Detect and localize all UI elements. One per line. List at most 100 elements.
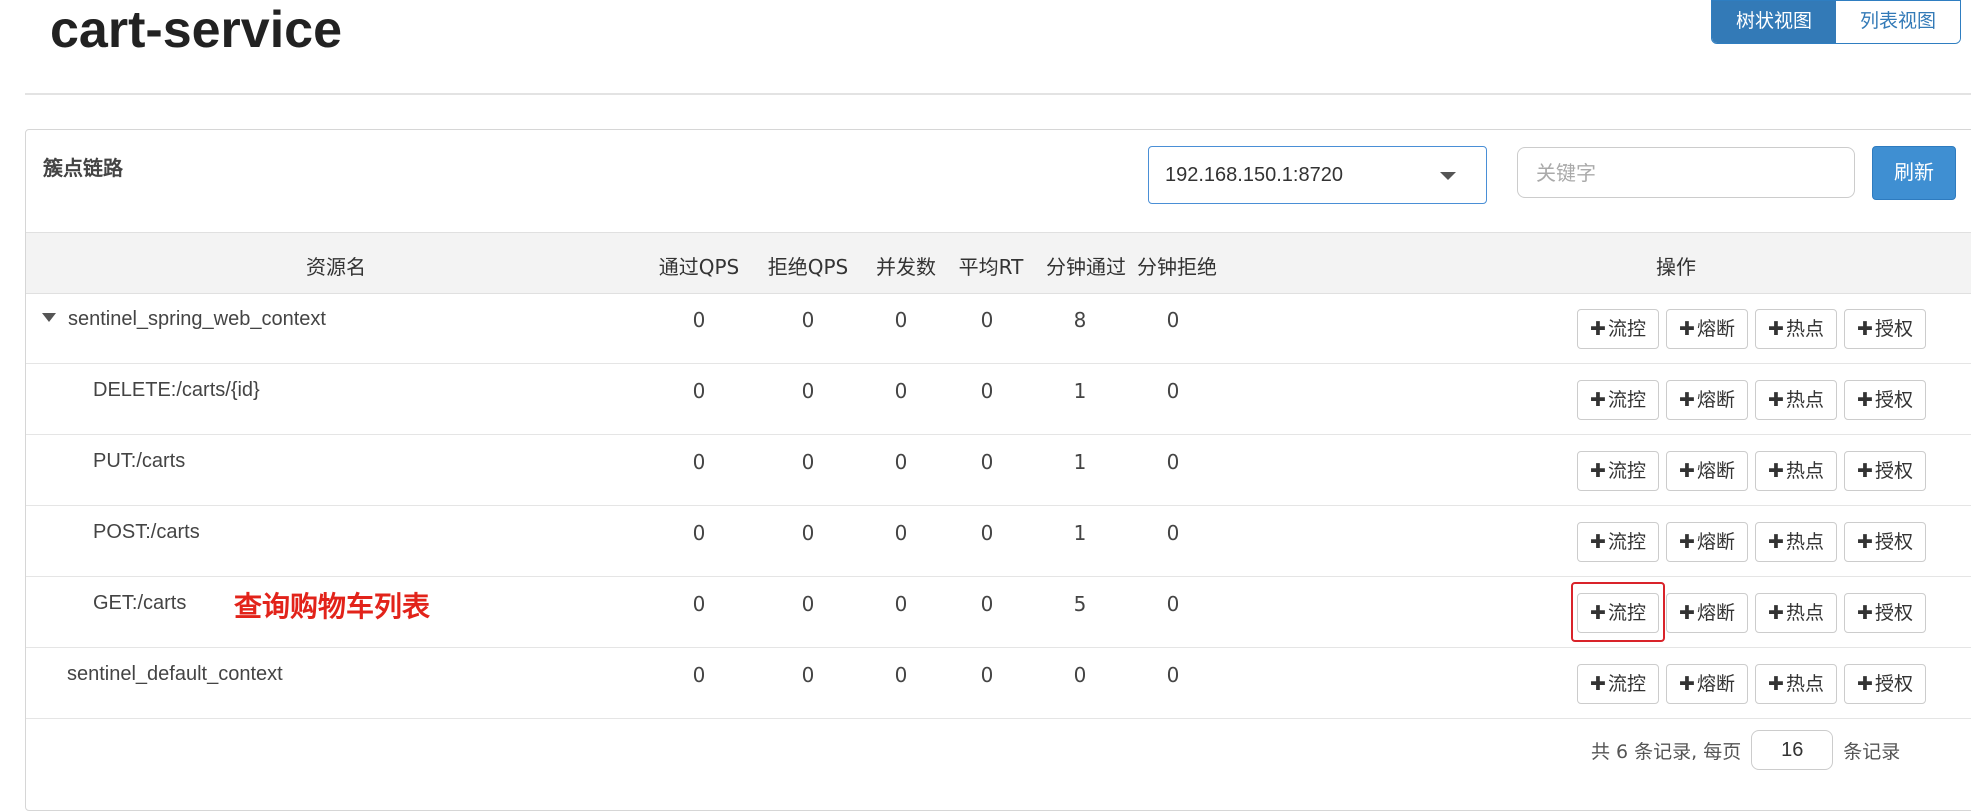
flow-control-button[interactable]: ✚ 流控 — [1577, 664, 1659, 704]
resource-name: PUT:/carts — [93, 450, 186, 472]
flow-control-button[interactable]: ✚ 流控 — [1577, 451, 1659, 491]
block-qps: 0 — [801, 450, 815, 474]
flow-control-button[interactable]: ✚ 流控 — [1577, 593, 1659, 633]
list-view-button[interactable]: 列表视图 — [1836, 1, 1960, 43]
block-qps: 0 — [801, 663, 815, 687]
pagination-suffix: 条记录 — [1843, 740, 1901, 763]
table-row: sentinel_default_context 0 0 0 0 0 0 ✚ 流控… — [26, 648, 1971, 719]
pass-qps: 0 — [692, 379, 706, 403]
concurrency: 0 — [894, 379, 908, 403]
avg-rt: 0 — [980, 379, 994, 403]
plus-icon: ✚ — [1768, 460, 1784, 482]
header-minute-pass: 分钟通过 — [1046, 255, 1126, 279]
block-qps: 0 — [801, 592, 815, 616]
row-actions: ✚ 流控 ✚ 熔断 ✚ 热点 ✚ 授权 — [1577, 664, 1926, 704]
page-size-input[interactable] — [1751, 730, 1834, 770]
table-header: 资源名 通过QPS 拒绝QPS 并发数 平均RT 分钟通过 分钟拒绝 操作 — [26, 232, 1971, 294]
hotspot-button[interactable]: ✚ 热点 — [1755, 664, 1837, 704]
degrade-button[interactable]: ✚ 熔断 — [1666, 593, 1748, 633]
row-actions: ✚ 流控 ✚ 熔断 ✚ 热点 ✚ 授权 — [1577, 309, 1926, 349]
row-actions: ✚ 流控 ✚ 熔断 ✚ 热点 ✚ 授权 — [1577, 380, 1926, 420]
minute-pass: 1 — [1073, 450, 1087, 474]
concurrency: 0 — [894, 308, 908, 332]
header-minute-block: 分钟拒绝 — [1137, 255, 1217, 279]
pass-qps: 0 — [692, 592, 706, 616]
row-actions: ✚ 流控 ✚ 熔断 ✚ 热点 ✚ 授权 — [1577, 593, 1926, 633]
flow-control-button[interactable]: ✚ 流控 — [1577, 380, 1659, 420]
degrade-button[interactable]: ✚ 熔断 — [1666, 522, 1748, 562]
concurrency: 0 — [894, 663, 908, 687]
plus-icon: ✚ — [1679, 602, 1695, 624]
minute-pass: 1 — [1073, 521, 1087, 545]
plus-icon: ✚ — [1590, 531, 1606, 553]
plus-icon: ✚ — [1768, 531, 1784, 553]
authority-button[interactable]: ✚ 授权 — [1844, 451, 1926, 491]
plus-icon: ✚ — [1679, 389, 1695, 411]
pass-qps: 0 — [692, 450, 706, 474]
minute-block: 0 — [1166, 521, 1180, 545]
minute-block: 0 — [1166, 663, 1180, 687]
flow-control-button[interactable]: ✚ 流控 — [1577, 522, 1659, 562]
authority-button[interactable]: ✚ 授权 — [1844, 664, 1926, 704]
degrade-button[interactable]: ✚ 熔断 — [1666, 380, 1748, 420]
row-actions: ✚ 流控 ✚ 熔断 ✚ 热点 ✚ 授权 — [1577, 522, 1926, 562]
avg-rt: 0 — [980, 450, 994, 474]
resource-name: POST:/carts — [93, 521, 200, 543]
chevron-down-icon — [1440, 172, 1456, 180]
hotspot-button[interactable]: ✚ 热点 — [1755, 593, 1837, 633]
block-qps: 0 — [801, 379, 815, 403]
hotspot-button[interactable]: ✚ 热点 — [1755, 451, 1837, 491]
concurrency: 0 — [894, 521, 908, 545]
title-divider — [25, 93, 1971, 95]
tree-collapse-icon[interactable] — [42, 313, 56, 322]
header-block-qps: 拒绝QPS — [767, 255, 849, 279]
minute-pass: 0 — [1073, 663, 1087, 687]
hotspot-button[interactable]: ✚ 热点 — [1755, 522, 1837, 562]
plus-icon: ✚ — [1590, 318, 1606, 340]
plus-icon: ✚ — [1857, 602, 1873, 624]
pass-qps: 0 — [692, 663, 706, 687]
plus-icon: ✚ — [1590, 602, 1606, 624]
avg-rt: 0 — [980, 592, 994, 616]
tree-view-button[interactable]: 树状视图 — [1712, 1, 1836, 43]
keyword-search-input[interactable] — [1517, 147, 1855, 198]
plus-icon: ✚ — [1590, 389, 1606, 411]
plus-icon: ✚ — [1679, 460, 1695, 482]
header-concurrency: 并发数 — [876, 255, 936, 279]
plus-icon: ✚ — [1857, 460, 1873, 482]
refresh-button[interactable]: 刷新 — [1872, 146, 1956, 200]
minute-pass: 1 — [1073, 379, 1087, 403]
plus-icon: ✚ — [1857, 318, 1873, 340]
minute-block: 0 — [1166, 450, 1180, 474]
flow-control-button[interactable]: ✚ 流控 — [1577, 309, 1659, 349]
plus-icon: ✚ — [1857, 673, 1873, 695]
table-row: POST:/carts 0 0 0 0 1 0 ✚ 流控 ✚ 熔断 ✚ 热点 ✚ 授权 — [26, 506, 1971, 577]
authority-button[interactable]: ✚ 授权 — [1844, 380, 1926, 420]
hotspot-button[interactable]: ✚ 热点 — [1755, 380, 1837, 420]
table-row: DELETE:/carts/{id} 0 0 0 0 1 0 ✚ 流控 ✚ 熔断 ✚… — [26, 364, 1971, 435]
header-actions: 操作 — [1656, 255, 1696, 279]
view-toggle: 树状视图 列表视图 — [1711, 0, 1961, 44]
minute-block: 0 — [1166, 308, 1180, 332]
plus-icon: ✚ — [1679, 673, 1695, 695]
machine-select[interactable]: 192.168.150.1:8720 — [1148, 146, 1487, 204]
degrade-button[interactable]: ✚ 熔断 — [1666, 309, 1748, 349]
plus-icon: ✚ — [1857, 531, 1873, 553]
degrade-button[interactable]: ✚ 熔断 — [1666, 451, 1748, 491]
block-qps: 0 — [801, 521, 815, 545]
resource-chain-panel: 簇点链路 192.168.150.1:8720 刷新 资源名 通过QPS 拒绝Q… — [25, 129, 1971, 811]
annotation-label: 查询购物车列表 — [234, 590, 431, 623]
authority-button[interactable]: ✚ 授权 — [1844, 593, 1926, 633]
pass-qps: 0 — [692, 308, 706, 332]
table-row: sentinel_spring_web_context 0 0 0 0 8 0 … — [26, 293, 1971, 364]
avg-rt: 0 — [980, 308, 994, 332]
pagination: 共 6 条记录, 每页 条记录 — [1591, 730, 1900, 770]
avg-rt: 0 — [980, 521, 994, 545]
hotspot-button[interactable]: ✚ 热点 — [1755, 309, 1837, 349]
minute-block: 0 — [1166, 592, 1180, 616]
degrade-button[interactable]: ✚ 熔断 — [1666, 664, 1748, 704]
header-resource-name: 资源名 — [306, 255, 366, 279]
authority-button[interactable]: ✚ 授权 — [1844, 522, 1926, 562]
authority-button[interactable]: ✚ 授权 — [1844, 309, 1926, 349]
minute-block: 0 — [1166, 379, 1180, 403]
